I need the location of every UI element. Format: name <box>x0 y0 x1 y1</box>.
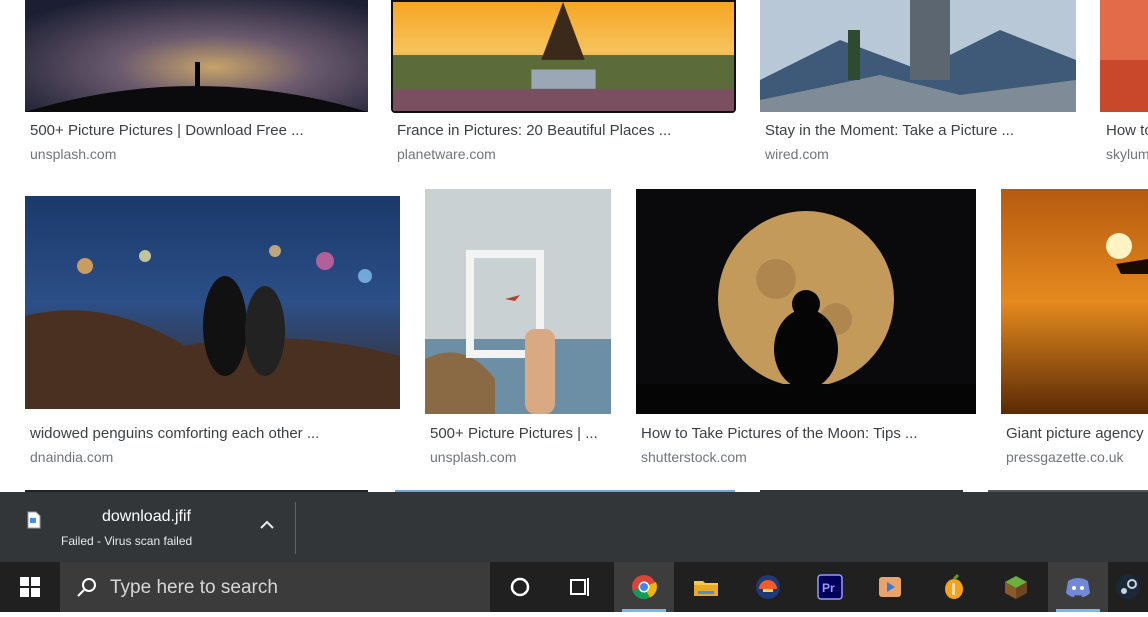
result-thumbnail-frame-hand[interactable] <box>425 189 611 414</box>
result-thumbnail-sunset-cropped[interactable] <box>1001 189 1148 414</box>
result-thumbnail-eiffel-tower[interactable] <box>391 0 736 113</box>
result-thumbnail-penguins[interactable] <box>25 196 400 409</box>
search-placeholder: Type here to search <box>110 577 278 598</box>
result-source[interactable]: planetware.com <box>397 146 496 162</box>
result-title[interactable]: widowed penguins comforting each other .… <box>30 425 400 442</box>
download-status: Failed - Virus scan failed <box>61 534 193 548</box>
result-title[interactable]: Giant picture agency <box>1006 425 1148 442</box>
result-title[interactable]: 500+ Picture Pictures | ... <box>430 425 615 442</box>
svg-text:Pr: Pr <box>822 581 835 595</box>
result-source[interactable]: pressgazette.co.uk <box>1006 449 1148 465</box>
file-icon <box>27 511 41 529</box>
result-title[interactable]: France in Pictures: 20 Beautiful Places … <box>397 122 737 139</box>
minecraft-icon[interactable] <box>986 562 1046 612</box>
result-source[interactable]: shutterstock.com <box>641 449 747 465</box>
result-thumbnail-mountain-man[interactable] <box>760 0 1076 112</box>
steam-icon[interactable] <box>1110 562 1148 612</box>
result-title[interactable]: How to <box>1106 122 1148 139</box>
result-source[interactable]: unsplash.com <box>430 449 516 465</box>
video-player-icon[interactable] <box>860 562 920 612</box>
task-view-icon[interactable] <box>550 562 610 612</box>
fl-studio-icon[interactable] <box>924 562 984 612</box>
result-thumbnail-moon[interactable] <box>636 189 976 414</box>
chrome-icon[interactable] <box>614 562 674 612</box>
cortana-icon[interactable] <box>490 562 550 612</box>
windows-start-icon[interactable] <box>0 562 60 612</box>
vpn-shield-icon[interactable] <box>738 562 798 612</box>
premiere-pro-icon[interactable]: Pr <box>800 562 860 612</box>
taskbar-search-box[interactable]: Type here to search <box>60 562 490 612</box>
file-explorer-icon[interactable] <box>676 562 736 612</box>
divider <box>295 502 296 554</box>
download-filename[interactable]: download.jfif <box>102 508 191 526</box>
windows-taskbar: Type here to search Pr <box>0 562 1148 612</box>
result-title[interactable]: How to Take Pictures of the Moon: Tips .… <box>641 425 981 442</box>
result-title[interactable]: Stay in the Moment: Take a Picture ... <box>765 122 1085 139</box>
result-thumbnail-cropped-4[interactable] <box>1100 0 1148 112</box>
result-source[interactable]: dnaindia.com <box>30 449 113 465</box>
result-source[interactable]: skylum <box>1106 146 1148 162</box>
result-title[interactable]: 500+ Picture Pictures | Download Free ..… <box>30 122 370 139</box>
result-source[interactable]: unsplash.com <box>30 146 116 162</box>
result-thumbnail-milky-way[interactable] <box>25 0 368 112</box>
result-source[interactable]: wired.com <box>765 146 829 162</box>
chevron-up-icon[interactable] <box>256 517 278 533</box>
discord-icon[interactable] <box>1048 562 1108 612</box>
download-shelf: download.jfif Failed - Virus scan failed <box>0 492 1148 562</box>
search-icon <box>76 576 98 598</box>
image-results-grid: 500+ Picture Pictures | Download Free ..… <box>0 0 1148 492</box>
